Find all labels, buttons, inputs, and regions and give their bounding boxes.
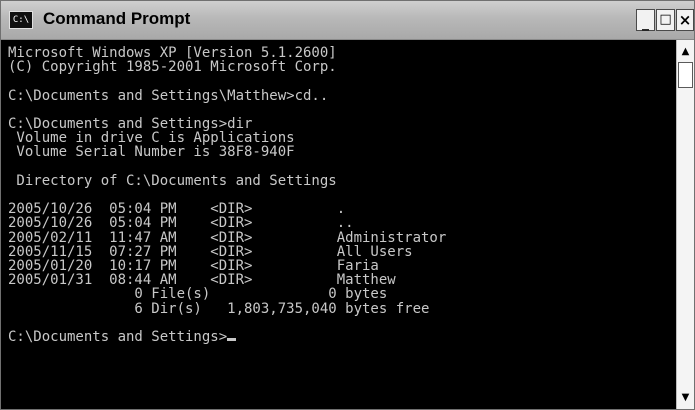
close-button[interactable]: × bbox=[676, 9, 694, 31]
minimize-button[interactable]: _ bbox=[636, 9, 655, 31]
text-cursor bbox=[227, 338, 237, 342]
console-history: Microsoft Windows XP [Version 5.1.2600] … bbox=[8, 45, 446, 317]
console-line: 6 Dir(s) 1,803,735,040 bytes free bbox=[134, 300, 430, 317]
console-text: Microsoft Windows XP [Version 5.1.2600] … bbox=[1, 40, 676, 344]
scroll-thumb[interactable] bbox=[678, 62, 693, 88]
title-bar[interactable]: C:\ Command Prompt _ □ × bbox=[1, 1, 694, 40]
console-line: C:\Documents and Settings\Matthew>cd.. bbox=[8, 87, 329, 104]
console-output-area[interactable]: Microsoft Windows XP [Version 5.1.2600] … bbox=[1, 40, 676, 409]
window-title: Command Prompt bbox=[43, 9, 191, 28]
scroll-up-arrow-icon[interactable]: ▲ bbox=[677, 43, 694, 60]
command-prompt-window: C:\ Command Prompt _ □ × Microsoft Windo… bbox=[0, 0, 695, 410]
maximize-button[interactable]: □ bbox=[656, 9, 675, 31]
console-line: Directory of C:\Documents and Settings bbox=[16, 172, 337, 189]
vertical-scrollbar[interactable]: ▲ ▼ bbox=[676, 40, 694, 409]
current-prompt: C:\Documents and Settings> bbox=[8, 329, 228, 346]
scroll-down-arrow-icon[interactable]: ▼ bbox=[677, 389, 694, 406]
console-app-icon[interactable]: C:\ bbox=[9, 11, 33, 29]
console-line: Volume Serial Number is 38F8-940F bbox=[16, 144, 295, 161]
console-line: (C) Copyright 1985-2001 Microsoft Corp. bbox=[8, 59, 337, 76]
